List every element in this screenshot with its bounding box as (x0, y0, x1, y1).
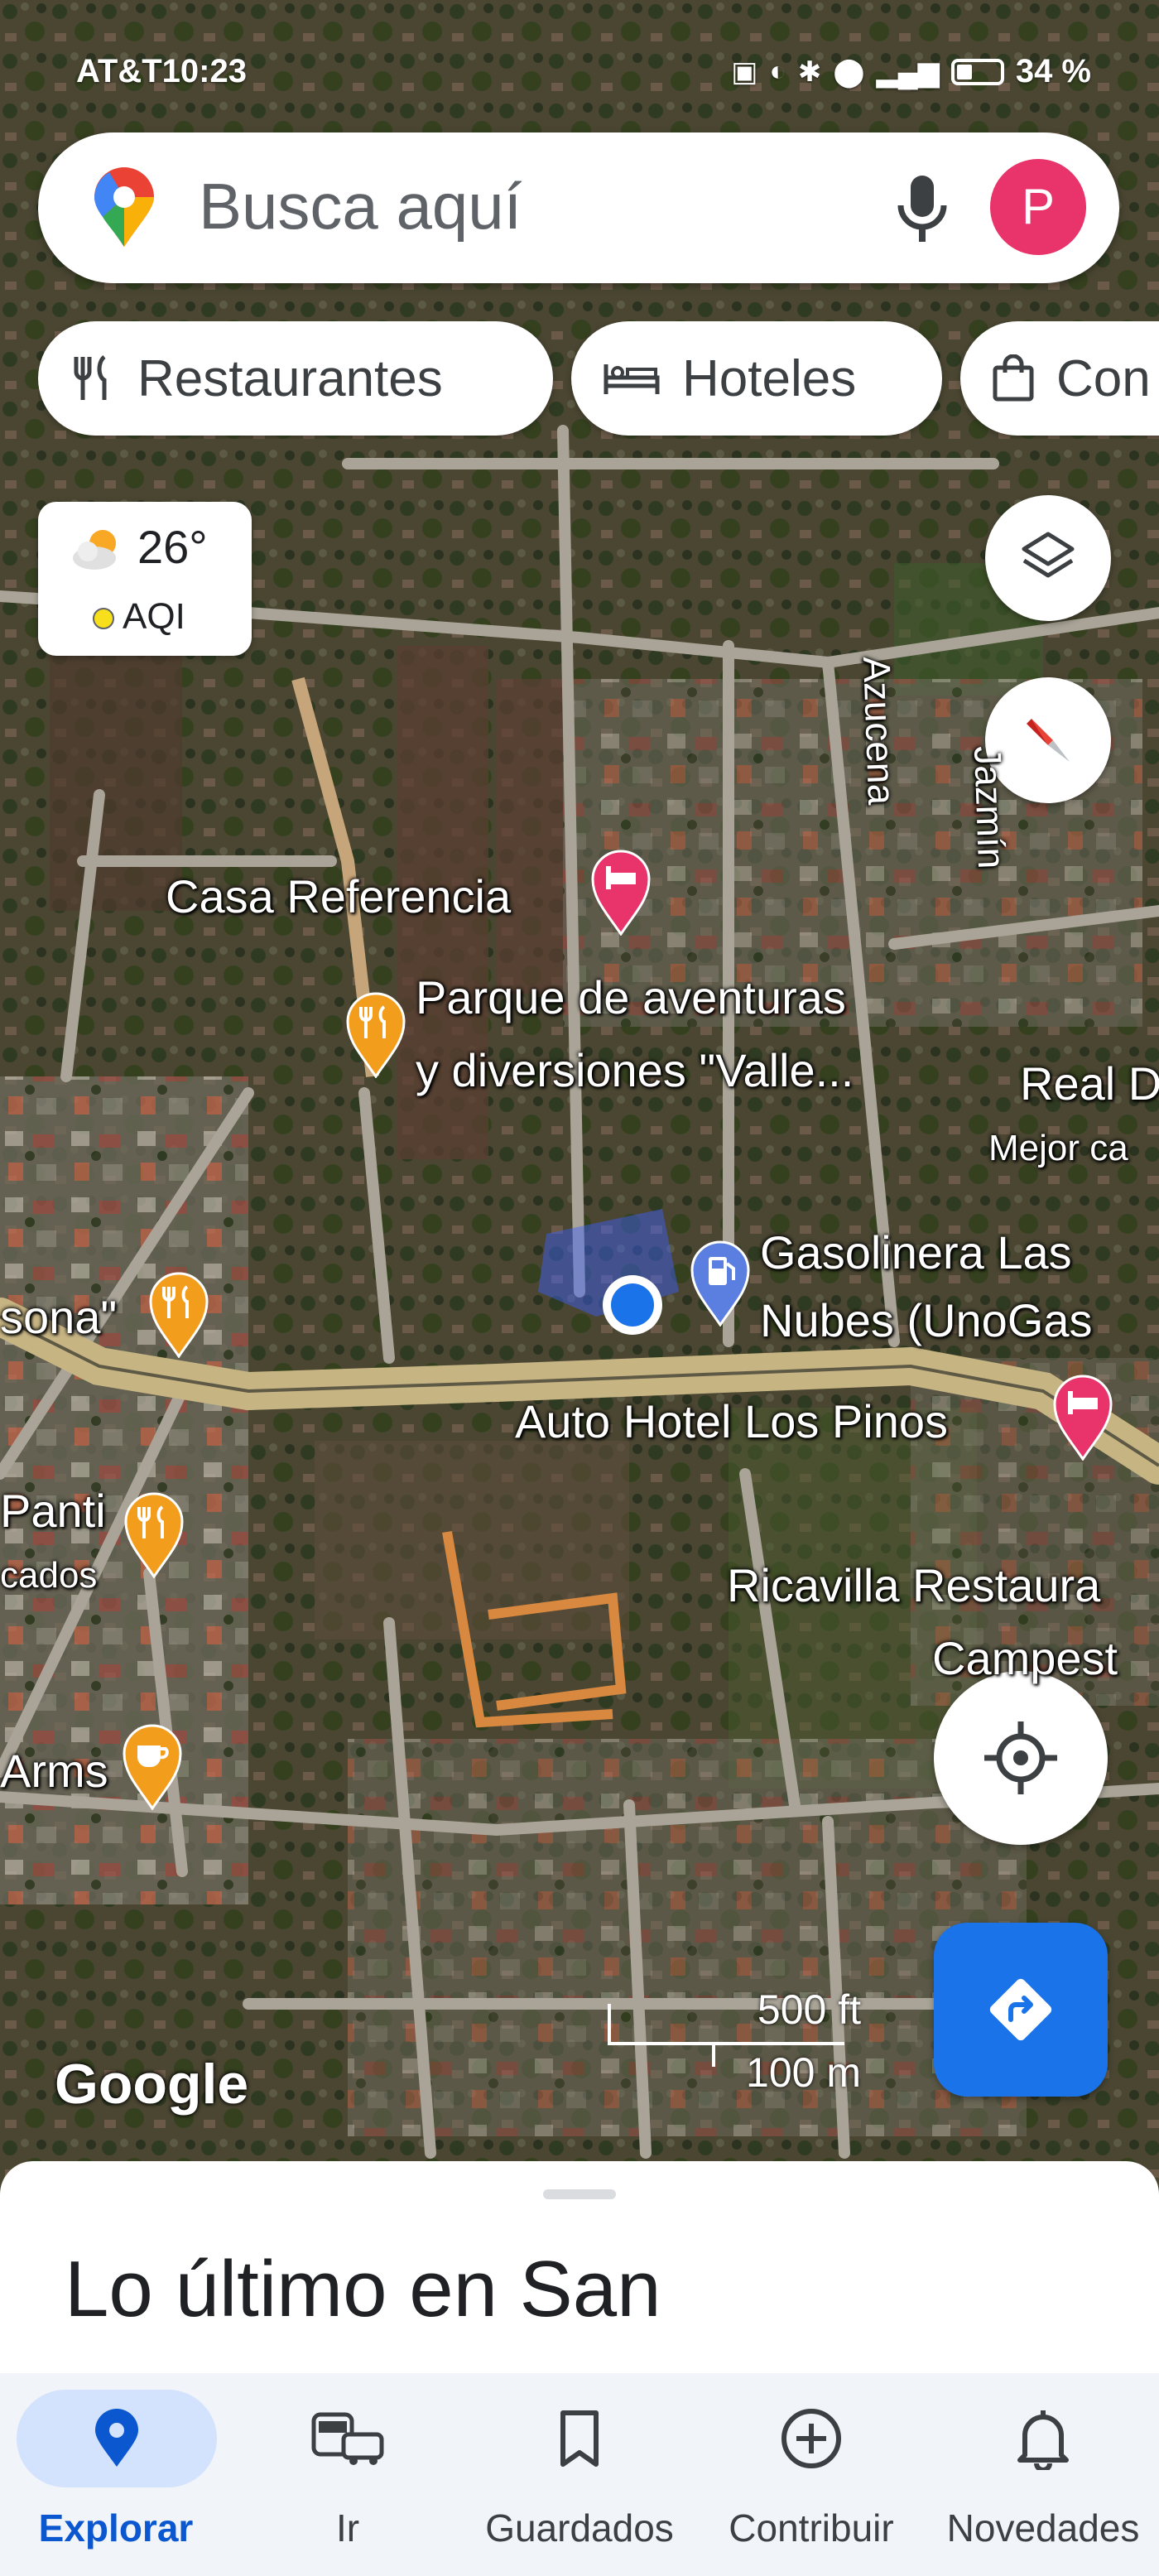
category-chips: Restaurantes Hoteles Con (38, 321, 1159, 439)
nav-label: Ir (335, 2506, 360, 2550)
shopping-bag-icon (992, 354, 1035, 402)
search-bar[interactable]: Busca aquí P (38, 132, 1119, 283)
directions-button[interactable] (934, 1923, 1108, 2097)
restaurant-pin-icon[interactable] (123, 1490, 185, 1582)
poi-label-parque-line1[interactable]: Parque de aventuras (416, 970, 846, 1024)
bluetooth-icon: ✱ (797, 55, 822, 88)
aqi-indicator (93, 608, 114, 629)
location-pin-icon (17, 2390, 217, 2487)
scale-bar (608, 2042, 844, 2045)
poi-label-real[interactable]: Real D (1020, 1057, 1159, 1110)
cafe-pin-icon[interactable] (121, 1722, 184, 1814)
poi-label-gasolinera-line1[interactable]: Gasolinera Las (760, 1225, 1072, 1279)
nav-contribuir[interactable]: Contribuir (695, 2373, 927, 2576)
compass-icon (1027, 719, 1070, 762)
fork-knife-icon (70, 354, 116, 403)
do-not-disturb-icon: ◐ (769, 55, 786, 87)
microphone-icon[interactable] (882, 169, 962, 253)
location-icon: ⬤ (833, 55, 865, 88)
battery-icon (950, 58, 1004, 85)
restaurant-pin-icon[interactable] (147, 1270, 210, 1362)
directions-icon (989, 1978, 1052, 2041)
poi-label-arms[interactable]: Arms (0, 1744, 108, 1798)
poi-label-mejor: Mejor ca (988, 1128, 1128, 1168)
nav-label: Guardados (485, 2506, 674, 2550)
nav-explorar[interactable]: Explorar (0, 2373, 232, 2576)
signal-icon: ▂▄▆ (876, 55, 940, 88)
poi-label-gasolinera-line2[interactable]: Nubes (UnoGas (760, 1293, 1093, 1347)
search-placeholder[interactable]: Busca aquí (199, 169, 522, 244)
weather-card[interactable]: 26° AQI (38, 502, 252, 656)
nav-label: Explorar (38, 2506, 194, 2550)
sheet-title: Lo último en San (65, 2245, 661, 2333)
bookmark-icon (513, 2390, 646, 2487)
layers-icon (1022, 532, 1075, 578)
bed-icon (603, 358, 661, 399)
scale-feet: 500 ft (757, 1986, 861, 2033)
hotel-pin-icon[interactable] (1051, 1373, 1114, 1465)
poi-label-campest: Campest (932, 1632, 1118, 1684)
poi-label-cados: cados (0, 1555, 98, 1596)
explore-bottom-sheet[interactable]: Lo último en San (0, 2161, 1159, 2376)
nav-ir[interactable]: Ir (232, 2373, 464, 2576)
my-location-button[interactable] (934, 1671, 1108, 1845)
scale-meters: 100 m (746, 2049, 861, 2096)
scale-tick (712, 2042, 715, 2067)
poi-label-parque-line2[interactable]: y diversiones "Valle... (416, 1043, 854, 1097)
poi-label-ricavilla[interactable]: Ricavilla Restaura (727, 1558, 1100, 1612)
poi-label-sona[interactable]: sona" (0, 1290, 117, 1344)
google-maps-pin-icon (91, 167, 157, 254)
add-circle-icon (745, 2390, 878, 2487)
status-carrier-time: AT&T10:23 (76, 53, 247, 90)
chip-label: Con (1056, 349, 1151, 407)
nfc-icon: ▣ (731, 55, 758, 88)
aqi-label: AQI (123, 596, 185, 637)
chip-compras[interactable]: Con (960, 321, 1159, 436)
google-attribution: Google (55, 2053, 249, 2116)
bell-icon (977, 2390, 1109, 2487)
crosshair-icon (984, 1721, 1057, 1794)
drag-handle[interactable] (543, 2189, 616, 2199)
carrier-text: AT&T (76, 53, 162, 89)
time-text: 10:23 (161, 53, 247, 89)
bottom-navigation: Explorar Ir Guardados Contribuir Novedad… (0, 2373, 1159, 2576)
chip-label: Hoteles (682, 349, 857, 407)
nav-guardados[interactable]: Guardados (464, 2373, 695, 2576)
nav-label: Contribuir (729, 2506, 894, 2550)
scale-tick (608, 2004, 611, 2044)
poi-label-panti[interactable]: Panti (0, 1484, 106, 1538)
partly-cloudy-icon (70, 527, 127, 575)
status-icons: ▣ ◐ ✱ ⬤ ▂▄▆ 34 % (731, 53, 1091, 90)
chip-restaurantes[interactable]: Restaurantes (38, 321, 553, 436)
map-scale: 500 ft 100 m (604, 1981, 861, 2105)
chip-hoteles[interactable]: Hoteles (571, 321, 942, 436)
status-bar: AT&T10:23 ▣ ◐ ✱ ⬤ ▂▄▆ 34 % (0, 43, 1159, 101)
hotel-pin-icon[interactable] (589, 848, 652, 940)
street-label-azucena: Azucena (855, 656, 904, 806)
restaurant-pin-icon[interactable] (344, 990, 407, 1082)
commute-icon (281, 2390, 414, 2487)
chip-label: Restaurantes (137, 349, 443, 407)
layers-button[interactable] (985, 495, 1111, 621)
street-label-jazmin: Jazmín (966, 745, 1014, 870)
poi-label-casa-referencia[interactable]: Casa Referencia (166, 869, 511, 923)
battery-percentage: 34 % (1015, 53, 1091, 89)
weather-temperature: 26° (137, 521, 208, 573)
nav-novedades[interactable]: Novedades (927, 2373, 1159, 2576)
gas-station-pin-icon[interactable] (689, 1239, 752, 1331)
poi-label-auto-hotel[interactable]: Auto Hotel Los Pinos (515, 1394, 948, 1448)
nav-label: Novedades (946, 2506, 1140, 2550)
account-avatar[interactable]: P (990, 159, 1086, 255)
